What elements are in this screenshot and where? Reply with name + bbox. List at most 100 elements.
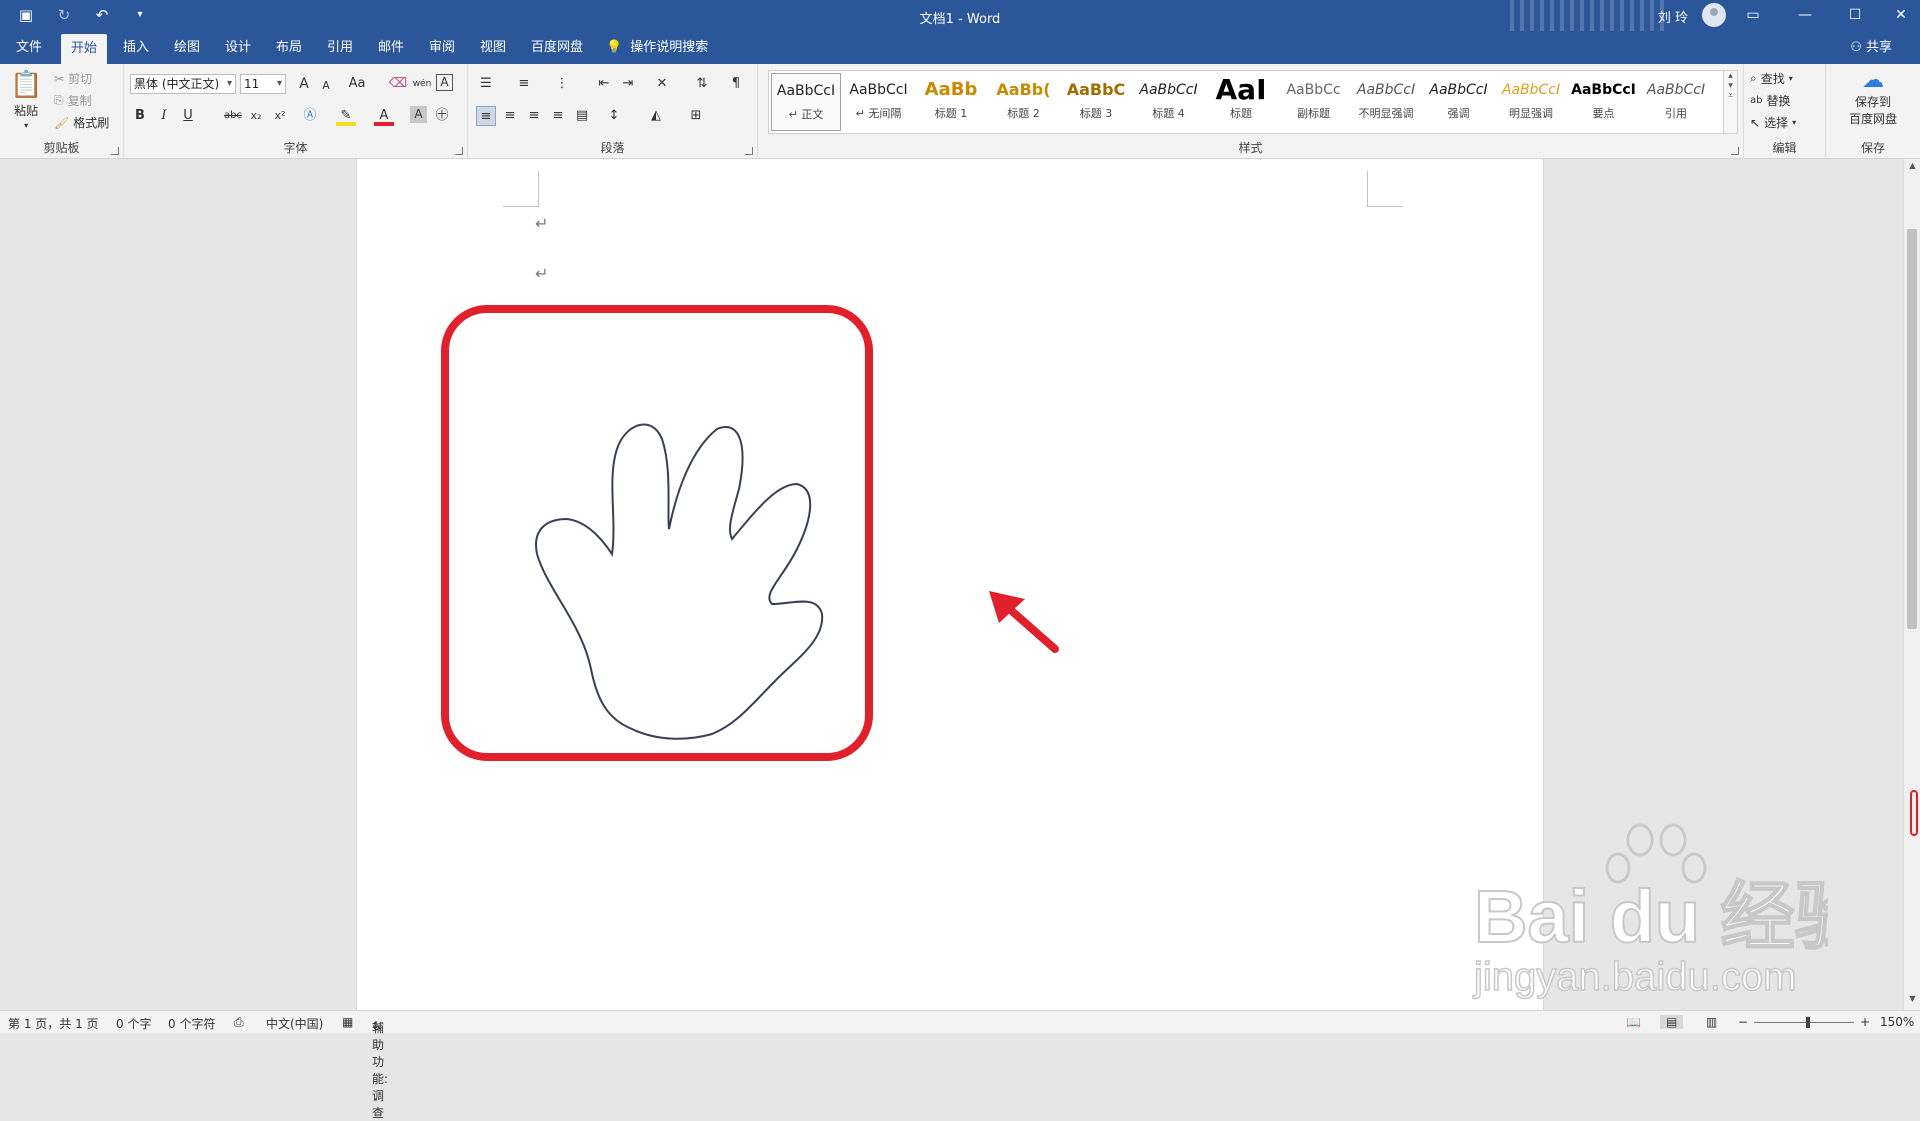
text-effects-icon[interactable]: Ⓐ [300,106,320,126]
encircle-character-icon[interactable]: ㊉ [432,106,452,126]
paste-button[interactable]: 📋 粘贴 ▾ [10,70,42,130]
style-item[interactable]: AaBbCcI 明显强调 [1496,73,1566,131]
user-name[interactable]: 刘 玲 [1658,7,1688,26]
tab-layout[interactable]: 布局 [266,31,312,64]
replace-button[interactable]: ab 替换 [1750,92,1791,109]
copy-button[interactable]: ⎘ 复制 [54,92,92,109]
grow-font-button[interactable]: A [294,74,314,94]
tab-file[interactable]: 文件 [6,31,52,64]
scroll-down-icon[interactable]: ▼ [1904,994,1920,1008]
scrollbar-thumb[interactable] [1907,229,1917,629]
borders-icon[interactable]: ⊞ [686,106,706,126]
zoom-slider[interactable] [1754,1022,1854,1023]
style-item[interactable]: AaBbCcI 强调 [1424,73,1494,131]
style-item[interactable]: AaBb 标题 1 [916,73,986,131]
shrink-font-button[interactable]: A [316,76,336,96]
sort-icon[interactable]: ⇅ [692,74,712,94]
styles-group-label: 样式 [1238,141,1263,155]
language[interactable]: 中文(中国) [266,1015,323,1032]
style-item[interactable]: AaBbCcI 不明显强调 [1351,73,1421,131]
tell-me-search[interactable]: 💡 操作说明搜索 [606,31,708,64]
proofing-icon[interactable]: ⎙ [234,1015,244,1030]
font-size-select[interactable]: 11 [240,74,286,94]
document-page[interactable]: ↵ ↵ [356,159,1544,1010]
zoom-out-button[interactable]: − [1738,1015,1748,1029]
tab-mailings[interactable]: 邮件 [368,31,414,64]
decrease-indent-icon[interactable]: ⇤ [594,74,614,94]
vertical-scrollbar[interactable]: ▲ ▼ [1903,159,1920,1010]
close-button[interactable]: ✕ [1886,4,1916,26]
maximize-button[interactable]: ☐ [1840,4,1870,26]
scroll-up-icon[interactable]: ▲ [1904,161,1920,175]
increase-indent-icon[interactable]: ⇥ [618,74,638,94]
highlight-icon[interactable]: ✎ [336,106,356,126]
italic-button[interactable]: I [154,106,174,126]
dialog-launcher-icon[interactable] [111,147,119,155]
justify-icon[interactable]: ≡ [548,106,568,126]
ribbon-display-options-icon[interactable]: ▭ [1738,4,1768,26]
shading-icon[interactable]: ◭ [646,106,666,126]
page-count[interactable]: 第 1 页，共 1 页 [8,1015,99,1032]
subscript-button[interactable]: x₂ [246,106,266,126]
multilevel-list-icon[interactable]: ⋮ [552,74,572,94]
track-icon[interactable]: ▦ [342,1015,353,1029]
tab-design[interactable]: 设计 [215,31,261,64]
style-item[interactable]: AaI 标题 [1206,73,1276,131]
tab-review[interactable]: 审阅 [419,31,465,64]
avatar[interactable] [1702,3,1726,27]
style-item[interactable]: AaBbCcI ↵ 正文 [771,73,841,131]
change-case-button[interactable]: Aa [344,74,370,94]
underline-button[interactable]: U [178,106,198,126]
tab-home[interactable]: 开始 [61,34,108,64]
styles-gallery-scroll[interactable]: ▴ ▾ ⩡ [1724,70,1738,134]
zoom-in-button[interactable]: + [1860,1015,1870,1029]
style-item[interactable]: AaBbCcI 引用 [1641,73,1711,131]
font-name-select[interactable]: 黑体 (中文正文) [130,74,236,94]
style-item[interactable]: AaBbCc 副标题 [1279,73,1349,131]
strikethrough-button[interactable]: abc [220,106,246,126]
align-center-icon[interactable]: ≡ [500,106,520,126]
tab-references[interactable]: 引用 [317,31,363,64]
font-color-button[interactable]: A [374,106,394,126]
bold-button[interactable]: B [130,106,150,126]
style-item[interactable]: AaBb(标题 2 [989,73,1059,131]
dialog-launcher-icon[interactable] [1731,147,1739,155]
style-item[interactable]: AaBbC 标题 3 [1061,73,1131,131]
phonetic-guide-button[interactable]: wén [412,74,432,94]
show-marks-icon[interactable]: ¶ [726,74,746,94]
tab-draw[interactable]: 绘图 [164,31,210,64]
save-to-baidu-button[interactable]: ☁ 保存到 百度网盘 [1826,68,1920,127]
style-item[interactable]: AaBbCcI 要点 [1569,73,1639,131]
web-layout-icon[interactable]: ▥ [1706,1015,1717,1029]
select-button[interactable]: ↖ 选择 ▾ [1750,114,1796,131]
align-right-icon[interactable]: ≡ [524,106,544,126]
word-count[interactable]: 0 个字 [116,1015,151,1032]
format-painter-button[interactable]: 🖌 格式刷 [54,114,109,131]
bullets-icon[interactable]: ☰ [476,74,496,94]
dialog-launcher-icon[interactable] [745,147,753,155]
tab-baidu-netdisk[interactable]: 百度网盘 [521,31,593,64]
chinese-layout-icon[interactable]: ✕ [652,74,672,94]
enclose-characters-button[interactable]: A [436,74,453,91]
clear-formatting-icon[interactable]: ⌫ [388,74,408,94]
share-button[interactable]: ⚇ 共享 [1850,31,1892,64]
distributed-icon[interactable]: ▤ [572,106,592,126]
cut-button[interactable]: ✂ 剪切 [54,70,92,87]
line-spacing-icon[interactable]: ↕ [604,106,624,126]
zoom-slider-thumb[interactable] [1806,1017,1810,1028]
style-item[interactable]: AaBbCcI ↵ 无间隔 [844,73,914,131]
superscript-button[interactable]: x² [270,106,290,126]
dialog-launcher-icon[interactable] [455,147,463,155]
char-count[interactable]: 0 个字符 [168,1015,215,1032]
tab-insert[interactable]: 插入 [113,31,159,64]
align-left-icon[interactable]: ≡ [476,106,496,126]
print-layout-icon[interactable]: ▤ [1660,1015,1684,1029]
read-mode-icon[interactable]: 📖 [1626,1015,1641,1029]
find-button[interactable]: ⌕ 查找 ▾ [1750,70,1793,87]
tab-view[interactable]: 视图 [470,31,516,64]
character-shading-button[interactable]: A [410,106,427,123]
zoom-level[interactable]: 150% [1880,1015,1914,1029]
numbering-icon[interactable]: ≡ [514,74,534,94]
style-item[interactable]: AaBbCcI 标题 4 [1134,73,1204,131]
minimize-button[interactable]: — [1790,4,1820,26]
